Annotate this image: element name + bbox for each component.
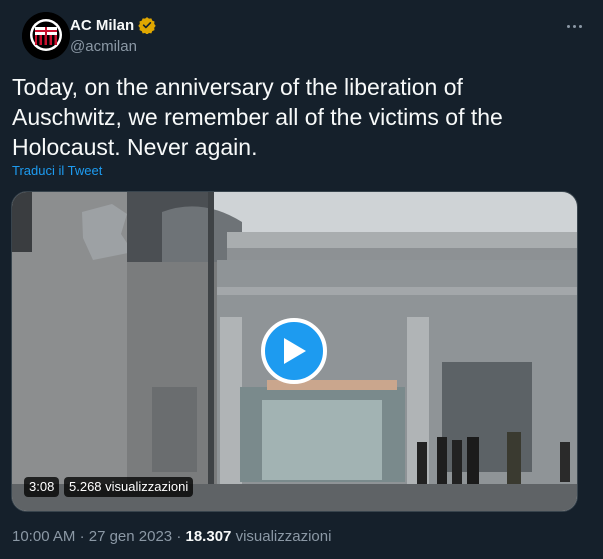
display-name[interactable]: AC Milan [70,17,134,34]
tweet-footer: 10:00 AM · 27 gen 2023 · 18.307 visualiz… [12,528,331,545]
play-button[interactable] [261,318,327,384]
play-icon [284,338,306,364]
user-handle[interactable]: @acmilan [70,38,137,55]
more-options-icon[interactable] [563,16,585,36]
avatar[interactable] [22,12,70,60]
video-view-count: 5.268 visualizzazioni [64,477,194,497]
video-player[interactable]: 3:08 5.268 visualizzazioni [11,191,578,512]
view-count: 18.307 [185,528,232,545]
separator: · [176,528,182,545]
separator: · [79,528,85,545]
verified-badge-icon [138,16,156,35]
video-duration: 3:08 [24,477,60,497]
name-row: AC Milan [70,16,156,35]
tweet-text: Today, on the anniversary of the liberat… [12,74,503,160]
view-label: visualizzazioni [235,528,332,545]
tweet-date[interactable]: 27 gen 2023 [89,528,172,545]
ac-milan-crest-icon [22,12,70,60]
tweet-time[interactable]: 10:00 AM [12,528,75,545]
translate-tweet-link[interactable]: Traduci il Tweet [12,163,102,178]
tweet-header: AC Milan @acmilan [12,12,591,60]
